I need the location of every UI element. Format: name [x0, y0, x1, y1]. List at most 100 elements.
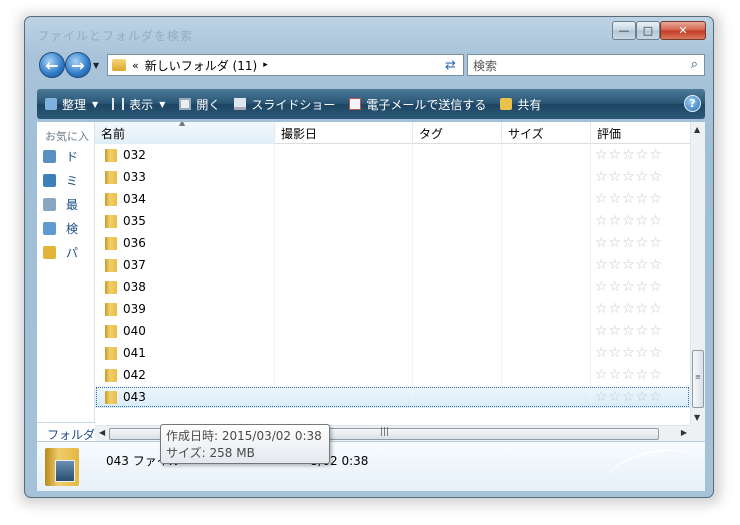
breadcrumb-arrow-icon[interactable]: ▸ [263, 60, 268, 70]
folder-thumbnail-icon [45, 448, 79, 486]
email-label: 電子メールで送信する [366, 97, 487, 112]
star-rating[interactable]: ☆☆☆☆☆ [591, 166, 690, 188]
minimize-button[interactable]: — [612, 21, 636, 40]
address-chevron[interactable]: « [132, 59, 139, 72]
file-row[interactable]: 036 ☆☆☆☆☆ [95, 232, 690, 254]
star-rating[interactable]: ☆☆☆☆☆ [591, 254, 690, 276]
file-name-cell[interactable]: 041 [95, 342, 275, 364]
file-tags-cell [413, 276, 502, 298]
file-name-cell[interactable]: 037 [95, 254, 275, 276]
grip-icon: ≡ [695, 373, 701, 381]
search-icon[interactable]: ⌕ [691, 57, 698, 72]
refresh-icon: ⇄ [445, 57, 456, 73]
file-tags-cell [413, 188, 502, 210]
file-tags-cell [413, 232, 502, 254]
column-name[interactable]: ▲ 名前 [95, 122, 275, 144]
vertical-scroll-thumb[interactable]: ≡ [692, 350, 704, 408]
star-rating[interactable]: ☆☆☆☆☆ [591, 386, 690, 408]
file-row[interactable]: 035 ☆☆☆☆☆ [95, 210, 690, 232]
star-rating[interactable]: ☆☆☆☆☆ [591, 364, 690, 386]
organize-button[interactable]: 整理 ▼ [45, 96, 98, 113]
file-row[interactable]: 040 ☆☆☆☆☆ [95, 320, 690, 342]
column-date[interactable]: 撮影日 [275, 122, 413, 144]
file-row[interactable]: 042 ☆☆☆☆☆ [95, 364, 690, 386]
folders-toggle[interactable]: フォルダ ▲ [37, 422, 95, 443]
nav-item-3[interactable]: 検 [37, 216, 94, 240]
share-button[interactable]: 共有 [500, 96, 541, 113]
view-button[interactable]: 表示 ▼ [112, 96, 165, 113]
nav-item-4[interactable]: パ [37, 240, 94, 264]
address-bar[interactable]: « 新しいフォルダ (11) ▸ ▼ [107, 54, 462, 76]
file-row[interactable]: 033 ☆☆☆☆☆ [95, 166, 690, 188]
file-name: 041 [123, 346, 146, 360]
star-rating[interactable]: ☆☆☆☆☆ [591, 320, 690, 342]
forward-button[interactable]: → [65, 52, 91, 78]
file-tags-cell [413, 144, 502, 166]
file-size-cell [502, 276, 591, 298]
help-button[interactable]: ? [684, 95, 701, 112]
star-rating[interactable]: ☆☆☆☆☆ [591, 342, 690, 364]
column-size[interactable]: サイズ [502, 122, 591, 144]
file-name-cell[interactable]: 035 [95, 210, 275, 232]
open-button[interactable]: 開く [179, 96, 220, 113]
column-tags[interactable]: タグ [413, 122, 502, 144]
recent-pages-dropdown[interactable]: ▼ [93, 61, 99, 70]
star-rating[interactable]: ☆☆☆☆☆ [591, 144, 690, 166]
file-name-cell[interactable]: 036 [95, 232, 275, 254]
file-row[interactable]: 041 ☆☆☆☆☆ [95, 342, 690, 364]
share-icon [500, 98, 513, 110]
file-name-cell[interactable]: 038 [95, 276, 275, 298]
star-rating[interactable]: ☆☆☆☆☆ [591, 210, 690, 232]
file-row[interactable]: 034 ☆☆☆☆☆ [95, 188, 690, 210]
file-name-cell[interactable]: 033 [95, 166, 275, 188]
file-name-cell[interactable]: 039 [95, 298, 275, 320]
folder-icon [105, 214, 117, 228]
arrow-left-icon: ← [45, 55, 59, 75]
tooltip-size: サイズ: 258 MB [166, 446, 255, 460]
file-name-cell[interactable]: 034 [95, 188, 275, 210]
column-name-label: 名前 [101, 127, 126, 141]
scroll-right-icon[interactable]: ▶ [681, 428, 687, 437]
search-folder-icon [43, 221, 56, 235]
file-size-cell [502, 144, 591, 166]
refresh-button[interactable]: ⇄ [438, 54, 464, 76]
nav-item-0[interactable]: ド [37, 144, 94, 168]
star-rating[interactable]: ☆☆☆☆☆ [591, 188, 690, 210]
file-size-cell [502, 364, 591, 386]
file-date-cell [275, 298, 413, 320]
file-row[interactable]: 038 ☆☆☆☆☆ [95, 276, 690, 298]
star-rating[interactable]: ☆☆☆☆☆ [591, 276, 690, 298]
file-tags-cell [413, 320, 502, 342]
file-row[interactable]: 043 ☆☆☆☆☆ [95, 386, 690, 408]
music-icon [43, 173, 56, 187]
scroll-left-icon[interactable]: ◀ [99, 428, 105, 437]
open-icon [179, 98, 192, 110]
back-button[interactable]: ← [39, 52, 65, 78]
file-name-cell[interactable]: 040 [95, 320, 275, 342]
file-row[interactable]: 037 ☆☆☆☆☆ [95, 254, 690, 276]
star-rating[interactable]: ☆☆☆☆☆ [591, 232, 690, 254]
scroll-up-icon[interactable]: ▲ [694, 125, 700, 134]
column-rating[interactable]: 評価 [591, 122, 690, 144]
file-name-cell[interactable]: 032 [95, 144, 275, 166]
file-size-cell [502, 254, 591, 276]
folder-icon [105, 302, 117, 316]
file-row[interactable]: 032 ☆☆☆☆☆ [95, 144, 690, 166]
nav-item-2[interactable]: 最 [37, 192, 94, 216]
nav-item-1[interactable]: ミ [37, 168, 94, 192]
vertical-scrollbar[interactable]: ▲ ≡ ▼ [690, 122, 705, 425]
address-path[interactable]: 新しいフォルダ (11) [145, 57, 257, 74]
maximize-button[interactable]: □ [636, 21, 660, 40]
file-size-cell [502, 188, 591, 210]
scroll-down-icon[interactable]: ▼ [694, 413, 700, 422]
file-tags-cell [413, 386, 502, 408]
file-name-cell[interactable]: 043 [95, 386, 275, 408]
file-name-cell[interactable]: 042 [95, 364, 275, 386]
close-button[interactable]: ✕ [660, 21, 706, 40]
file-row[interactable]: 039 ☆☆☆☆☆ [95, 298, 690, 320]
slideshow-button[interactable]: スライドショー [234, 96, 335, 113]
nav-item-label: 最 [66, 197, 79, 212]
search-input[interactable]: 検索 ⌕ [467, 54, 705, 76]
email-button[interactable]: 電子メールで送信する [349, 96, 486, 113]
star-rating[interactable]: ☆☆☆☆☆ [591, 298, 690, 320]
